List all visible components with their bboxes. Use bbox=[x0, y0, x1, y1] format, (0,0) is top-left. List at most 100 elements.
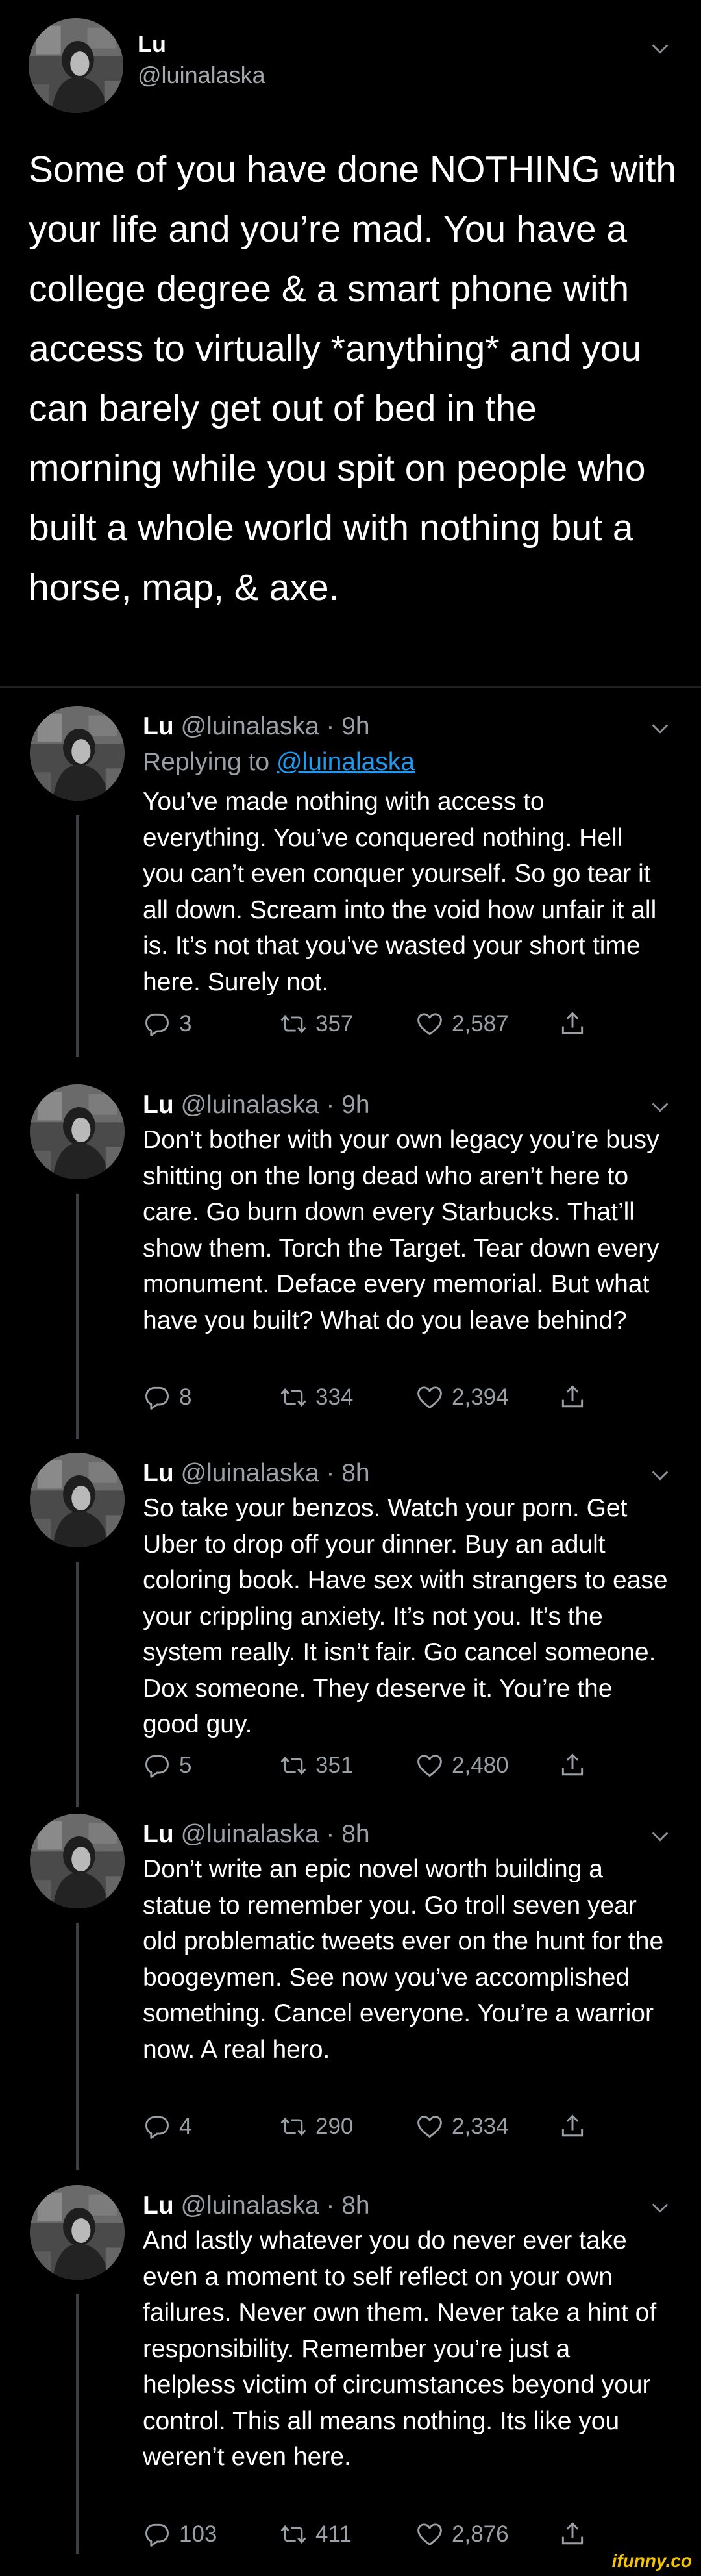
share-icon bbox=[558, 1751, 587, 1780]
avatar[interactable] bbox=[29, 18, 123, 113]
retweet-count: 290 bbox=[315, 2114, 354, 2139]
retweet-button[interactable]: 351 bbox=[279, 1746, 353, 1785]
reply-header: Lu @luinalaska · 8h bbox=[143, 1458, 370, 1489]
heart-icon bbox=[415, 2520, 444, 2549]
chevron-down-icon[interactable] bbox=[649, 1096, 671, 1118]
retweet-count: 334 bbox=[315, 1384, 354, 1410]
chevron-down-icon[interactable] bbox=[649, 38, 671, 60]
retweet-count: 411 bbox=[315, 2521, 352, 2547]
reply-button[interactable]: 103 bbox=[143, 2515, 217, 2554]
author-name[interactable]: Lu bbox=[138, 30, 166, 58]
reply-icon bbox=[143, 2112, 171, 2141]
handle-time: @luinalaska · 9h bbox=[180, 1091, 370, 1119]
like-count: 2,480 bbox=[452, 1753, 509, 1778]
reply-icon bbox=[143, 1751, 171, 1780]
chevron-down-icon[interactable] bbox=[649, 1825, 671, 1847]
retweet-count: 351 bbox=[315, 1753, 354, 1778]
chevron-down-icon[interactable] bbox=[649, 1464, 671, 1486]
share-icon bbox=[558, 1010, 587, 1038]
share-icon bbox=[558, 2112, 587, 2141]
replying-to: Replying to @luinalaska bbox=[143, 746, 415, 779]
author-name[interactable]: Lu bbox=[143, 1091, 174, 1119]
tweet-text: And lastly whatever you do never ever ta… bbox=[143, 2227, 657, 2471]
like-button[interactable]: 2,587 bbox=[415, 1005, 509, 1044]
handle-time: @luinalaska · 8h bbox=[180, 1820, 370, 1848]
share-button[interactable] bbox=[558, 1005, 595, 1044]
retweet-button[interactable]: 411 bbox=[279, 2515, 352, 2554]
replying-to-link[interactable]: @luinalaska bbox=[277, 748, 415, 776]
share-button[interactable] bbox=[558, 1378, 595, 1417]
tweet-text: Don’t bother with your own legacy you’re… bbox=[143, 1126, 659, 1334]
reply-icon bbox=[143, 1383, 171, 1412]
tweet-text: Don’t write an epic novel worth building… bbox=[143, 1855, 664, 2064]
action-bar: 8 334 2,394 bbox=[143, 1378, 623, 1417]
thread-line bbox=[76, 2294, 79, 2554]
heart-icon bbox=[415, 2112, 444, 2141]
author-name[interactable]: Lu bbox=[143, 1820, 174, 1848]
reply-count: 5 bbox=[179, 1753, 192, 1778]
share-icon bbox=[558, 1383, 587, 1412]
reply-button[interactable]: 5 bbox=[143, 1746, 191, 1785]
retweet-count: 357 bbox=[315, 1011, 354, 1036]
chevron-down-icon[interactable] bbox=[649, 2197, 671, 2219]
action-bar: 4 290 2,334 bbox=[143, 2107, 623, 2146]
reply-button[interactable]: 8 bbox=[143, 1378, 191, 1417]
reply-count: 4 bbox=[179, 2114, 192, 2139]
like-button[interactable]: 2,480 bbox=[415, 1746, 509, 1785]
reply-header: Lu @luinalaska · 8h bbox=[143, 1819, 370, 1850]
share-button[interactable] bbox=[558, 1746, 595, 1785]
like-button[interactable]: 2,394 bbox=[415, 1378, 509, 1417]
handle-time: @luinalaska · 8h bbox=[180, 1459, 370, 1487]
retweet-icon bbox=[279, 2520, 308, 2549]
like-button[interactable]: 2,334 bbox=[415, 2107, 509, 2146]
share-button[interactable] bbox=[558, 2107, 595, 2146]
avatar[interactable] bbox=[30, 1453, 125, 1547]
action-bar: 3 357 2,587 bbox=[143, 1005, 623, 1044]
chevron-down-icon[interactable] bbox=[649, 718, 671, 740]
tweet-text: Some of you have done NOTHING with your … bbox=[29, 149, 676, 608]
thread-line bbox=[76, 1562, 79, 1807]
reply-header: Lu @luinalaska · 9h bbox=[143, 711, 370, 742]
retweet-button[interactable]: 334 bbox=[279, 1378, 353, 1417]
avatar[interactable] bbox=[30, 706, 125, 801]
like-button[interactable]: 2,876 bbox=[415, 2515, 509, 2554]
reply-icon bbox=[143, 1010, 171, 1038]
like-count: 2,334 bbox=[452, 2114, 509, 2139]
thread-reply[interactable]: Lu @luinalaska · 8h And lastly whatever … bbox=[0, 2185, 701, 2575]
thread-line bbox=[76, 815, 79, 1057]
author-handle[interactable]: @luinalaska bbox=[138, 61, 265, 90]
like-count: 2,394 bbox=[452, 1384, 509, 1410]
ifunny-watermark: ifunny.co bbox=[578, 2547, 695, 2573]
avatar[interactable] bbox=[30, 1814, 125, 1908]
author-name[interactable]: Lu bbox=[143, 1459, 174, 1487]
tweet-text: You’ve made nothing with access to every… bbox=[143, 788, 657, 996]
retweet-button[interactable]: 290 bbox=[279, 2107, 353, 2146]
reply-count: 8 bbox=[179, 1384, 192, 1410]
thread-line bbox=[76, 1923, 79, 2170]
reply-header: Lu @luinalaska · 9h bbox=[143, 1090, 370, 1121]
tweet-text: So take your benzos. Watch your porn. Ge… bbox=[143, 1494, 668, 1738]
like-count: 2,876 bbox=[452, 2521, 509, 2547]
heart-icon bbox=[415, 1383, 444, 1412]
thread-reply[interactable]: Lu @luinalaska · 9h Don’t bother with yo… bbox=[0, 1084, 701, 1439]
heart-icon bbox=[415, 1010, 444, 1038]
author-name[interactable]: Lu bbox=[143, 2192, 174, 2220]
thread-reply[interactable]: Lu @luinalaska · 9h Replying to @luinala… bbox=[0, 706, 701, 1057]
heart-icon bbox=[415, 1751, 444, 1780]
reply-button[interactable]: 3 bbox=[143, 1005, 191, 1044]
like-count: 2,587 bbox=[452, 1011, 509, 1036]
reply-count: 103 bbox=[179, 2521, 217, 2547]
author-name[interactable]: Lu bbox=[143, 712, 174, 740]
thread-reply[interactable]: Lu @luinalaska · 8h So take your benzos.… bbox=[0, 1453, 701, 1807]
reply-icon bbox=[143, 2520, 171, 2549]
retweet-button[interactable]: 357 bbox=[279, 1005, 353, 1044]
handle-time: @luinalaska · 8h bbox=[180, 2192, 370, 2220]
reply-button[interactable]: 4 bbox=[143, 2107, 191, 2146]
thread-reply[interactable]: Lu @luinalaska · 8h Don’t write an epic … bbox=[0, 1814, 701, 2170]
action-bar: 5 351 2,480 bbox=[143, 1746, 623, 1785]
avatar[interactable] bbox=[30, 1084, 125, 1179]
retweet-icon bbox=[279, 1383, 308, 1412]
divider bbox=[0, 686, 701, 688]
avatar[interactable] bbox=[30, 2185, 125, 2280]
retweet-icon bbox=[279, 2112, 308, 2141]
